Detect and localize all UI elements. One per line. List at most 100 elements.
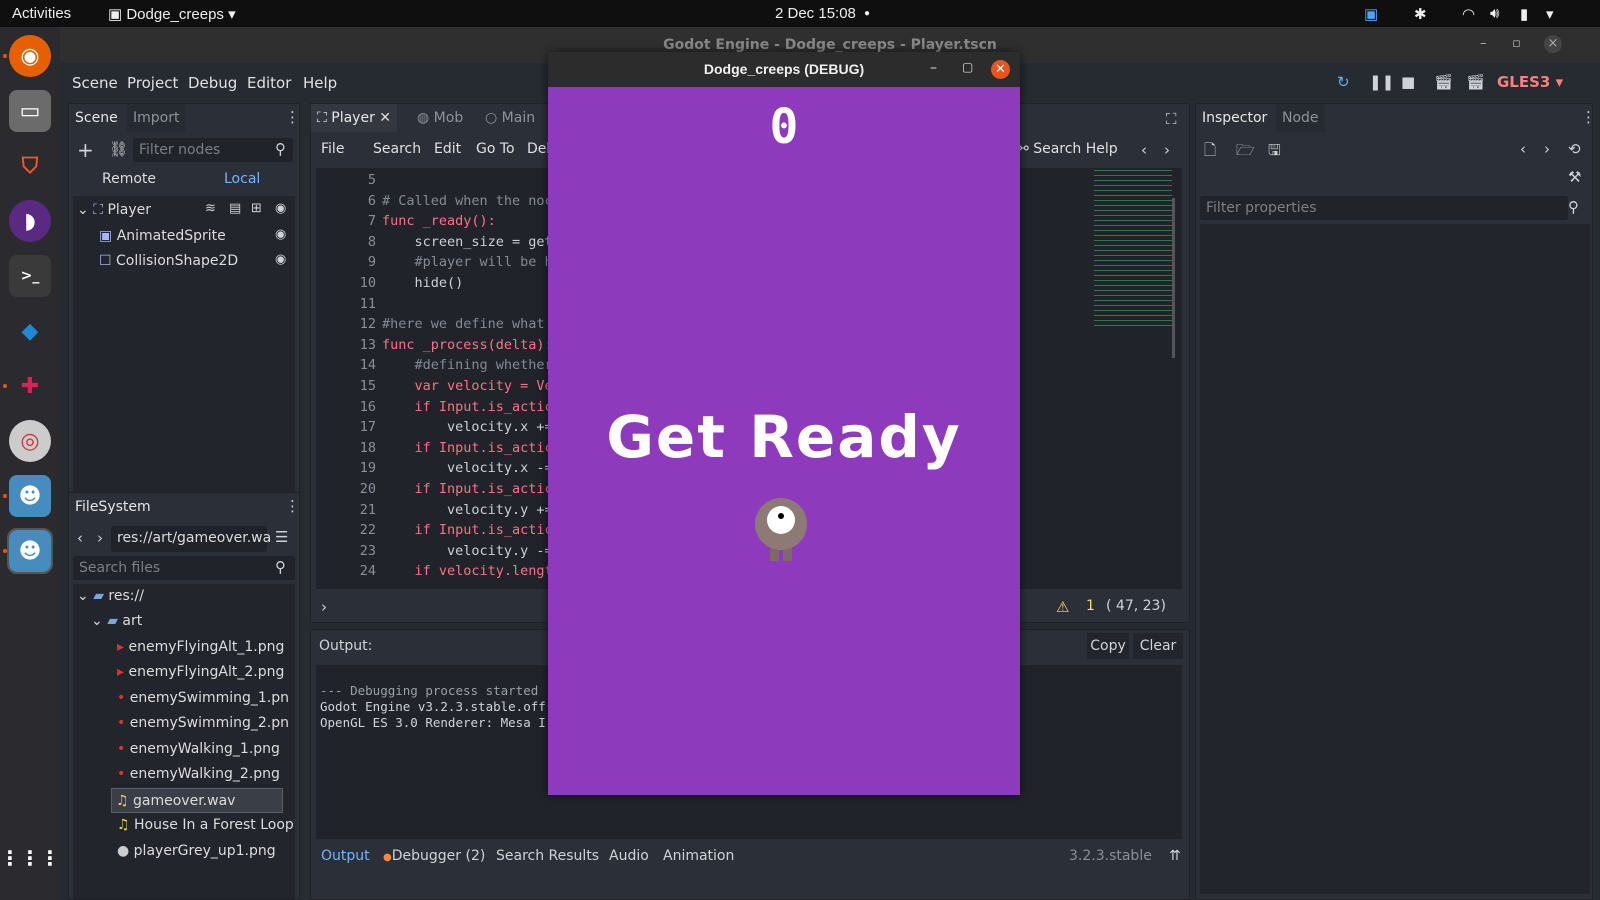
filter-nodes-input[interactable]: Filter nodes (133, 138, 293, 162)
clock[interactable]: 2 Dec 15:08 (775, 5, 856, 22)
save-resource-icon[interactable]: 🖫︎ (1268, 140, 1281, 165)
reload-icon[interactable]: ↻ (1337, 73, 1350, 91)
new-resource-icon[interactable]: 🗋︎ (1204, 140, 1216, 165)
godot-running-icon[interactable]: ☻ (7, 528, 53, 574)
filter-properties-input[interactable]: Filter properties (1200, 196, 1568, 220)
tab-debugger[interactable]: ●Debugger (2) (383, 848, 485, 864)
file-item[interactable]: • enemyWalking_2.png (117, 762, 280, 787)
tab-mob[interactable]: ◍ Mob (411, 104, 469, 132)
tab-scene[interactable]: Scene (69, 104, 124, 132)
pause-icon[interactable]: ❚❚ (1369, 73, 1394, 91)
script-menu-search[interactable]: Search (373, 141, 421, 157)
split-mode-icon[interactable]: ☰ (275, 528, 288, 546)
tab-animation[interactable]: Animation (663, 848, 734, 864)
clear-button[interactable]: Clear (1133, 633, 1183, 659)
files-icon[interactable]: ▭ (9, 90, 51, 132)
tab-filesystem[interactable]: FileSystem (69, 493, 157, 521)
remote-toggle[interactable]: Remote (102, 171, 156, 187)
visibility-eye-icon[interactable]: ◉ (275, 201, 286, 216)
volume-icon[interactable]: 🔊︎ (1490, 5, 1499, 22)
inspector-back-icon[interactable]: ‹ (1520, 140, 1526, 158)
file-item[interactable]: • enemySwimming_1.pn (117, 686, 289, 711)
tree-node-player[interactable]: ⌄ ⛶ Player (77, 198, 151, 223)
tree-node-collisionshape2d[interactable]: ☐ CollisionShape2D (99, 249, 238, 274)
firefox-icon[interactable]: ◉ (9, 35, 51, 77)
app-menu[interactable]: ▣ Dodge_creeps ▾ (108, 5, 236, 23)
add-node-icon[interactable]: + (77, 138, 94, 162)
search-help-button[interactable]: ⚯ Search Help (1017, 141, 1118, 157)
renderer-selector[interactable]: GLES3 ▾ (1497, 73, 1563, 91)
slack-icon[interactable]: ✚ (9, 365, 51, 407)
menu-debug[interactable]: Debug (188, 74, 237, 92)
history-icon[interactable]: ⟲ (1568, 140, 1581, 158)
group-icon[interactable]: ⊞ (251, 201, 262, 216)
menu-scene[interactable]: Scene (72, 74, 118, 92)
file-item[interactable]: ▸ enemyFlyingAlt_2.png (117, 660, 284, 685)
code-minimap[interactable] (1094, 168, 1172, 328)
open-resource-icon[interactable]: 🗁︎ (1236, 140, 1255, 165)
history-forward-icon[interactable]: › (1164, 141, 1170, 159)
dock-menu-icon[interactable]: ⋮ (285, 497, 300, 515)
dock-menu-icon[interactable]: ⋮ (1581, 108, 1596, 126)
tab-output[interactable]: Output (321, 848, 370, 864)
search-files-input[interactable]: Search files (73, 556, 295, 580)
tab-node[interactable]: Node (1276, 104, 1325, 132)
tab-main[interactable]: ○ Main (479, 104, 541, 132)
toggle-scripts-panel-icon[interactable]: › (321, 598, 327, 616)
script-menu-goto[interactable]: Go To (476, 141, 515, 157)
podcast-icon[interactable]: ◗ (9, 200, 51, 242)
file-item[interactable]: • enemyWalking_1.png (117, 737, 280, 762)
close-icon[interactable]: ✕ (991, 60, 1010, 79)
vscode-icon[interactable]: ◆ (9, 310, 51, 352)
menu-project[interactable]: Project (127, 74, 178, 92)
help-icon[interactable]: ◎ (9, 420, 51, 462)
play-custom-scene-icon[interactable]: 🎬︎ (1466, 73, 1485, 91)
fullscreen-icon[interactable]: ⛶ (1166, 110, 1177, 128)
play-scene-icon[interactable]: 🎬︎ (1434, 73, 1453, 91)
dock-menu-icon[interactable]: ⋮ (285, 108, 300, 126)
visibility-eye-icon[interactable]: ◉ (275, 252, 286, 267)
back-icon[interactable]: ‹ (77, 529, 83, 547)
file-item[interactable]: ● playerGrey_up1.png (117, 839, 276, 864)
warning-count[interactable]: 1 (1086, 598, 1095, 614)
expand-panel-icon[interactable]: ⇈ (1169, 848, 1181, 864)
activities-button[interactable]: Activities (12, 5, 71, 22)
screen-share-icon[interactable]: ▣ (1364, 5, 1378, 23)
brave-icon[interactable]: ⛉ (9, 145, 51, 187)
minimize-icon[interactable]: – (930, 60, 937, 76)
godot-icon[interactable]: ☻ (9, 475, 51, 517)
code-scrollbar[interactable] (1172, 198, 1175, 358)
path-field[interactable]: res://art/gameover.wa (111, 526, 271, 552)
battery-icon[interactable]: ▮ (1520, 5, 1528, 23)
close-icon[interactable]: × (1544, 35, 1562, 53)
maximize-icon[interactable]: ▫ (1512, 36, 1521, 51)
stop-icon[interactable]: ■ (1401, 73, 1415, 91)
minimize-icon[interactable]: – (1480, 36, 1487, 51)
terminal-icon[interactable]: >_ (9, 255, 51, 297)
maximize-icon[interactable]: ▢ (962, 60, 973, 74)
script-menu-edit[interactable]: Edit (434, 141, 461, 157)
tab-player[interactable]: ⛶ Player ✕ (311, 104, 398, 132)
tab-search-results[interactable]: Search Results (496, 848, 599, 864)
close-tab-icon[interactable]: ✕ (379, 110, 391, 126)
tree-node-animatedsprite[interactable]: ▣ AnimatedSprite (99, 224, 226, 249)
history-back-icon[interactable]: ‹ (1141, 141, 1147, 159)
file-item[interactable]: ▸ enemyFlyingAlt_1.png (117, 635, 284, 660)
tab-inspector[interactable]: Inspector (1196, 104, 1274, 132)
menu-editor[interactable]: Editor (247, 74, 291, 92)
network-app-icon[interactable]: ✱ (1414, 5, 1427, 23)
script-menu-file[interactable]: File (321, 141, 344, 157)
file-item[interactable]: • enemySwimming_2.pn (117, 711, 289, 736)
tab-audio[interactable]: Audio (609, 848, 649, 864)
tool-icon[interactable]: ⚒ (1568, 168, 1581, 186)
file-item-selected[interactable]: ♫ gameover.wav (111, 788, 283, 813)
script-icon[interactable]: ▤ (229, 201, 241, 216)
app-grid-icon[interactable]: ⋮⋮⋮ (0, 837, 60, 879)
folder-art[interactable]: ⌄ ▰ art (91, 609, 142, 634)
copy-button[interactable]: Copy (1087, 633, 1129, 659)
menu-help[interactable]: Help (303, 74, 337, 92)
power-menu-icon[interactable]: ▾ (1546, 5, 1554, 23)
game-viewport[interactable]: 0 Get Ready (548, 87, 1020, 795)
folder-res[interactable]: ⌄ ▰ res:// (77, 584, 144, 609)
tab-import[interactable]: Import (127, 104, 186, 132)
